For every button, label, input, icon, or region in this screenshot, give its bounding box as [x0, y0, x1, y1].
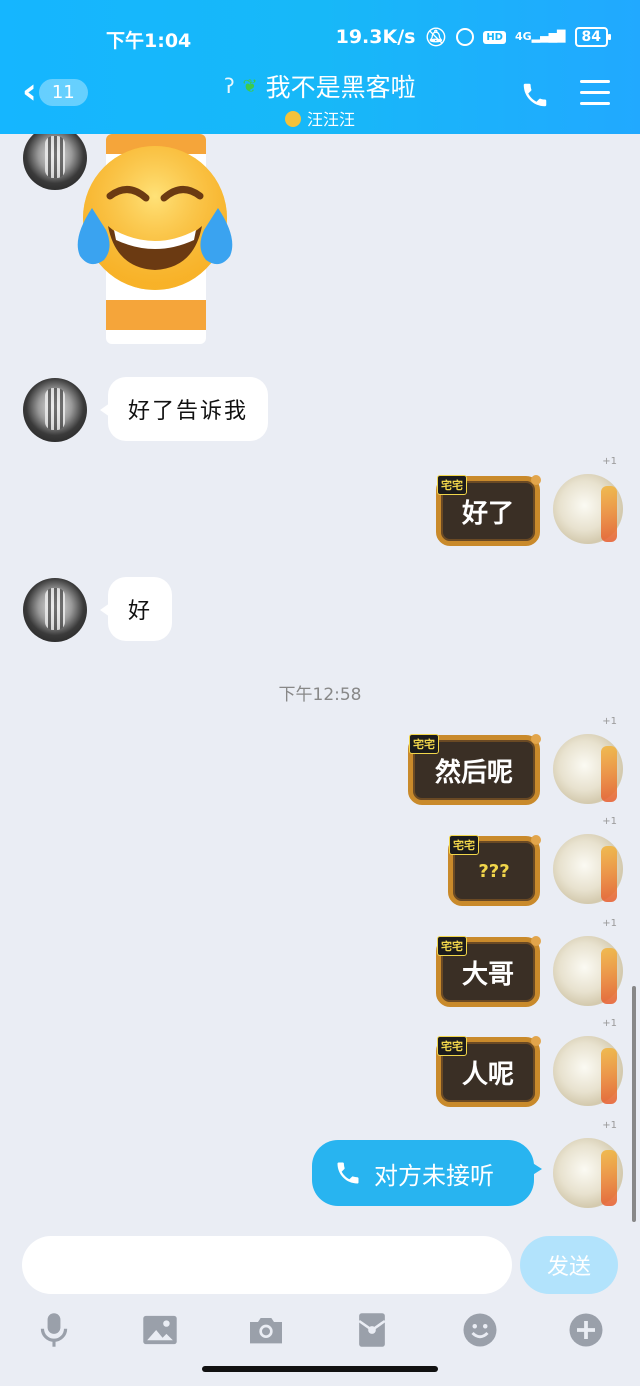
- toolbar: [0, 1310, 640, 1350]
- message-timestamp: 下午12:58: [278, 685, 362, 705]
- message-input[interactable]: [22, 1236, 512, 1294]
- sticker-text: ???: [478, 860, 510, 882]
- contact-avatar[interactable]: [23, 378, 87, 442]
- sticker-tag: 宅宅: [437, 936, 467, 956]
- my-avatar[interactable]: +1: [553, 816, 623, 904]
- sticker-knob: [531, 835, 541, 845]
- status-icons: 19.3K/s 🔕︎ HD 4G▂▄▆█ 84: [335, 26, 612, 48]
- sticker-message[interactable]: 宅宅 好了: [436, 475, 541, 546]
- sticker-knob: [531, 734, 541, 744]
- sticker-tag: 宅宅: [437, 1036, 467, 1056]
- hd-icon: HD: [483, 30, 506, 44]
- missed-call-message[interactable]: 对方未接听: [312, 1140, 542, 1206]
- received-text-message[interactable]: 好了告诉我: [99, 377, 269, 441]
- red-packet-icon[interactable]: [352, 1310, 392, 1350]
- network-speed: 19.3K/s: [335, 26, 416, 48]
- sticker-text: 然后呢: [434, 757, 513, 788]
- plus-one-label: +1: [602, 1018, 617, 1029]
- sprout-icon: ❦: [242, 75, 258, 97]
- sticker-tag: 宅宅: [437, 475, 467, 495]
- tears-of-joy-emoji: [77, 146, 233, 290]
- sticker-text: 大哥: [461, 959, 514, 990]
- my-avatar[interactable]: +1: [553, 456, 623, 544]
- sticker-message[interactable]: 宅宅 然后呢: [408, 734, 541, 805]
- alarm-icon: [456, 28, 475, 46]
- home-indicator[interactable]: [202, 1366, 438, 1372]
- camera-icon[interactable]: [246, 1310, 286, 1350]
- sticker-text: 人呢: [461, 1059, 514, 1090]
- status-time: 下午1:04: [106, 30, 192, 52]
- call-status-text: 对方未接听: [374, 1161, 494, 1190]
- sticker-message[interactable]: 宅宅 大哥: [436, 936, 541, 1007]
- emoji-icon[interactable]: [460, 1310, 500, 1350]
- signal-icon: 4G▂▄▆█: [514, 30, 566, 43]
- sticker-knob: [531, 936, 541, 946]
- sticker-text: 好了: [461, 498, 514, 529]
- plus-icon[interactable]: [566, 1310, 606, 1350]
- subtitle-text: 汪汪汪: [306, 110, 355, 129]
- my-avatar[interactable]: +1: [553, 918, 623, 1006]
- my-avatar[interactable]: +1: [553, 716, 623, 804]
- menu-icon[interactable]: [580, 80, 610, 108]
- my-avatar[interactable]: +1: [553, 1120, 623, 1208]
- microphone-icon[interactable]: [34, 1310, 74, 1350]
- sticker-knob: [531, 475, 541, 485]
- battery-icon: 84: [574, 27, 612, 47]
- scrollbar[interactable]: [632, 986, 636, 1222]
- network-type: 4G: [514, 30, 532, 43]
- contact-avatar[interactable]: [23, 578, 87, 642]
- chat-title: ʔ ❦ 我不是黑客啦: [224, 68, 415, 104]
- message-list[interactable]: 好了告诉我 宅宅 好了 +1 好 下午12:58 宅宅 然后呢 +1 宅宅 ??…: [0, 134, 640, 1222]
- sticker-message[interactable]: 宅宅 ???: [448, 835, 541, 906]
- status-bar: 下午1:04 19.3K/s 🔕︎ HD 4G▂▄▆█ 84: [0, 22, 640, 52]
- emoji-icon: [284, 111, 301, 127]
- contact-name: 我不是黑客啦: [265, 73, 416, 102]
- plus-one-label: +1: [602, 716, 617, 727]
- plus-one-label: +1: [602, 456, 617, 467]
- ear-icon: ʔ: [224, 74, 235, 98]
- image-icon[interactable]: [140, 1310, 180, 1350]
- sticker-tag: 宅宅: [409, 734, 439, 754]
- send-button[interactable]: 发送: [520, 1236, 618, 1294]
- plus-one-label: +1: [602, 1120, 617, 1131]
- plus-one-label: +1: [602, 816, 617, 827]
- phone-icon[interactable]: [520, 80, 550, 110]
- mute-icon: 🔕︎: [424, 26, 448, 48]
- sticker-tag: 宅宅: [449, 835, 479, 855]
- chat-header: 下午1:04 19.3K/s 🔕︎ HD 4G▂▄▆█ 84 ‹ 11 ʔ ❦ …: [0, 0, 640, 134]
- my-avatar[interactable]: +1: [553, 1018, 623, 1106]
- sticker-knob: [531, 1036, 541, 1046]
- phone-icon: [337, 1162, 359, 1184]
- sticker-message[interactable]: 宅宅 人呢: [436, 1036, 541, 1107]
- input-bar: 发送: [0, 1222, 640, 1386]
- plus-one-label: +1: [602, 918, 617, 929]
- received-text-message[interactable]: 好: [99, 577, 173, 641]
